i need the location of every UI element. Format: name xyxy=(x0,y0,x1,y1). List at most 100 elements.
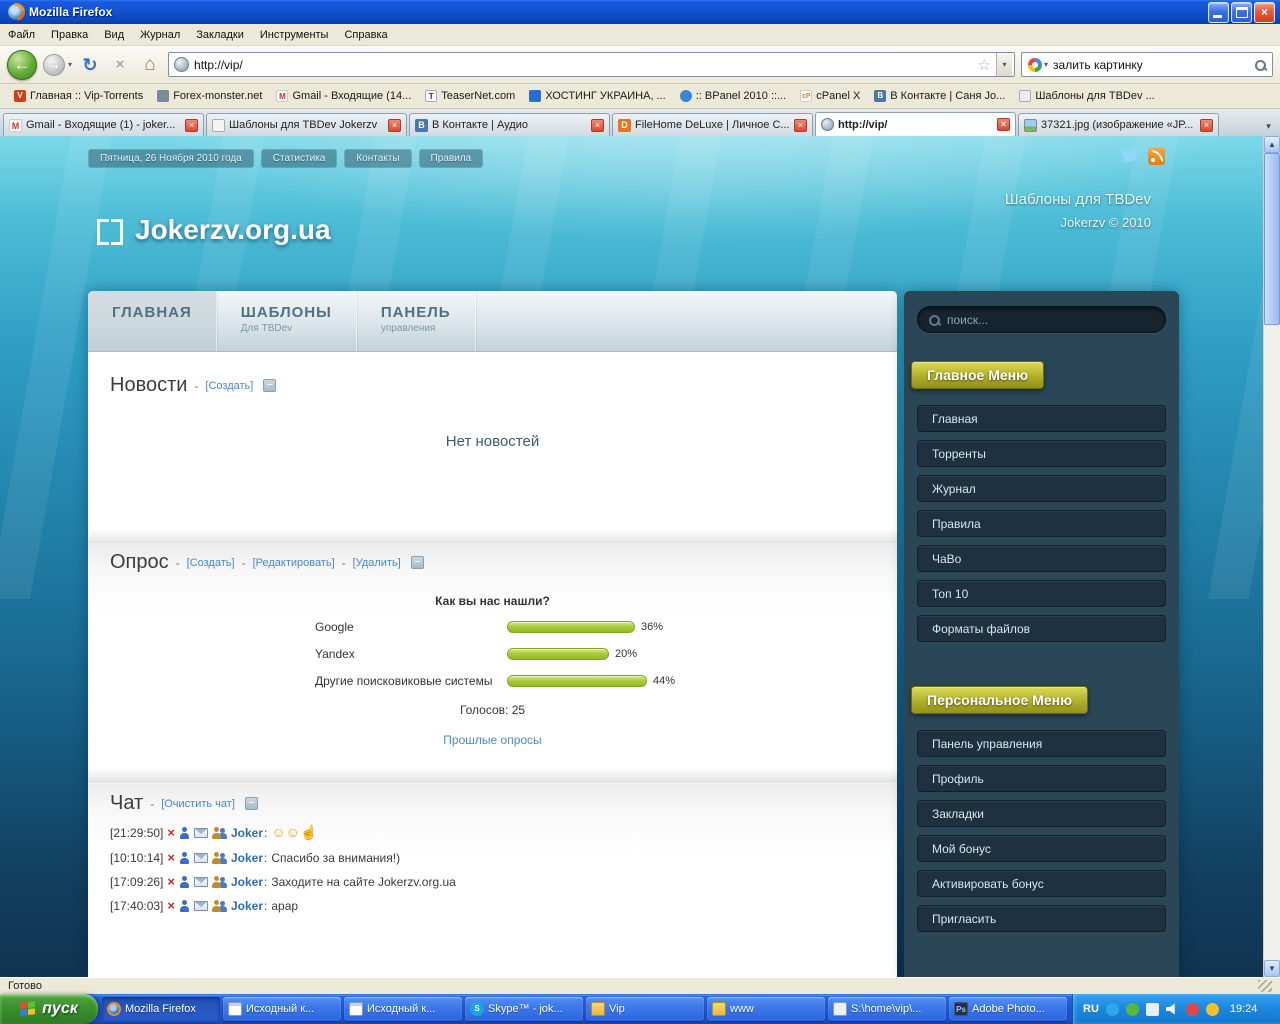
send-mail-icon[interactable] xyxy=(193,827,208,838)
task-skype[interactable]: Skype™ - jok... xyxy=(465,997,583,1021)
menu-view[interactable]: Вид xyxy=(96,25,132,45)
scroll-down-icon[interactable]: ▼ xyxy=(1264,960,1280,977)
sidebar-search-input[interactable] xyxy=(947,312,1155,327)
sidebar-item-control-panel[interactable]: Панель управления xyxy=(917,730,1166,757)
site-tab-templates[interactable]: ШАБЛОНЫ Для TBDev xyxy=(217,291,357,351)
user-profile-icon[interactable] xyxy=(179,899,190,912)
site-link-contacts[interactable]: Контакты xyxy=(344,149,412,168)
bookmark-hosting[interactable]: ХОСТИНГ УКРАИНА, ... xyxy=(523,88,672,104)
chat-username[interactable]: Joker xyxy=(231,899,263,913)
search-icon[interactable] xyxy=(928,314,940,326)
send-mail-icon[interactable] xyxy=(193,900,208,911)
tab-close-icon[interactable]: × xyxy=(591,118,604,132)
sidebar-item-rules[interactable]: Правила xyxy=(917,510,1166,537)
user-profile-icon[interactable] xyxy=(179,851,190,864)
tab-vk-audio[interactable]: В Контакте | Аудио × xyxy=(409,113,610,136)
language-indicator[interactable]: RU xyxy=(1083,1003,1099,1015)
twitter-icon[interactable] xyxy=(1118,145,1140,168)
sidebar-item-activate-bonus[interactable]: Активировать бонус xyxy=(917,870,1166,897)
site-tab-home[interactable]: ГЛАВНАЯ xyxy=(88,291,217,351)
task-source-1[interactable]: Исходный к... xyxy=(223,997,341,1021)
add-friend-icon[interactable] xyxy=(211,875,227,888)
url-dropdown-icon[interactable]: ▾ xyxy=(996,53,1012,76)
poll-delete-link[interactable]: [Удалить] xyxy=(353,557,401,569)
sidebar-item-bookmarks[interactable]: Закладки xyxy=(917,800,1166,827)
user-profile-icon[interactable] xyxy=(179,826,190,839)
poll-edit-link[interactable]: [Редактировать] xyxy=(253,557,335,569)
tab-tbdev-templates[interactable]: Шаблоны для TBDev Jokerzv × xyxy=(206,113,407,136)
tab-filehome[interactable]: FileHome DeLuxe | Личное С... × xyxy=(612,113,813,136)
bookmark-vip-torrents[interactable]: Главная :: Vip-Torrents xyxy=(8,88,149,104)
google-engine-icon[interactable] xyxy=(1028,57,1042,72)
tab-close-icon[interactable]: × xyxy=(794,118,807,132)
add-friend-icon[interactable] xyxy=(211,826,227,839)
bookmark-vkontakte[interactable]: В Контакте | Саня Jo... xyxy=(868,88,1011,104)
delete-message-icon[interactable]: × xyxy=(167,874,175,889)
bookmark-teasernet[interactable]: TeaserNet.com xyxy=(419,88,521,104)
sidebar-item-torrents[interactable]: Торренты xyxy=(917,440,1166,467)
site-logo[interactable]: Jokerzv.org.ua xyxy=(135,214,331,246)
tab-close-icon[interactable]: × xyxy=(997,118,1010,131)
add-friend-icon[interactable] xyxy=(211,851,227,864)
tab-close-icon[interactable]: × xyxy=(1200,118,1213,132)
resize-grip[interactable] xyxy=(1258,980,1272,992)
app-tray-icon[interactable] xyxy=(1145,1002,1159,1016)
update-tray-icon[interactable] xyxy=(1205,1002,1219,1016)
menu-history[interactable]: Журнал xyxy=(132,25,188,45)
collapse-poll-icon[interactable]: − xyxy=(410,556,424,569)
chat-username[interactable]: Joker xyxy=(231,826,263,840)
tab-vip-active[interactable]: http://vip/ × xyxy=(815,112,1016,136)
rss-icon[interactable] xyxy=(1148,148,1165,165)
reload-button[interactable]: ↻ xyxy=(78,53,102,77)
task-source-2[interactable]: Исходный к... xyxy=(344,997,462,1021)
bookmark-star-icon[interactable]: ☆ xyxy=(978,56,991,74)
minimize-button[interactable] xyxy=(1208,1,1229,23)
send-mail-icon[interactable] xyxy=(193,852,208,863)
bookmark-tbdev[interactable]: Шаблоны для TBDev ... xyxy=(1013,88,1160,104)
sidebar-item-invite[interactable]: Пригласить xyxy=(917,905,1166,932)
scroll-up-icon[interactable]: ▲ xyxy=(1264,136,1280,153)
home-button[interactable]: ⌂ xyxy=(138,53,162,77)
site-tab-panel[interactable]: ПАНЕЛЬ управления xyxy=(357,291,476,351)
sidebar-item-my-bonus[interactable]: Мой бонус xyxy=(917,835,1166,862)
collapse-news-icon[interactable]: − xyxy=(263,379,277,392)
antivirus-tray-icon[interactable] xyxy=(1185,1002,1199,1016)
user-profile-icon[interactable] xyxy=(179,875,190,888)
task-folder-www[interactable]: www xyxy=(707,997,825,1021)
chat-username[interactable]: Joker xyxy=(231,875,263,889)
site-link-rules[interactable]: Правила xyxy=(418,149,484,168)
tab-close-icon[interactable]: × xyxy=(388,118,401,132)
collapse-chat-icon[interactable]: − xyxy=(244,797,258,810)
engine-dropdown-icon[interactable]: ▾ xyxy=(1044,60,1048,69)
start-button[interactable]: пуск xyxy=(0,994,98,1024)
sidebar-item-journal[interactable]: Журнал xyxy=(917,475,1166,502)
menu-bookmarks[interactable]: Закладки xyxy=(188,25,252,45)
delete-message-icon[interactable]: × xyxy=(167,825,175,840)
bookmark-forex[interactable]: Forex-monster.net xyxy=(151,88,268,104)
bookmark-cpanel[interactable]: cPanel X xyxy=(794,88,866,104)
menu-file[interactable]: Файл xyxy=(0,25,43,45)
menu-edit[interactable]: Правка xyxy=(43,25,96,45)
stop-button[interactable]: × xyxy=(108,53,132,77)
delete-message-icon[interactable]: × xyxy=(167,850,175,865)
sidebar-item-profile[interactable]: Профиль xyxy=(917,765,1166,792)
news-create-link[interactable]: [Создать] xyxy=(205,380,253,392)
delete-message-icon[interactable]: × xyxy=(167,898,175,913)
search-icon[interactable] xyxy=(1254,59,1266,71)
volume-icon[interactable] xyxy=(1165,1003,1175,1015)
history-dropdown-icon[interactable]: ▾ xyxy=(68,60,72,69)
sidebar-item-home[interactable]: Главная xyxy=(917,405,1166,432)
close-button[interactable]: × xyxy=(1254,1,1275,23)
url-input[interactable] xyxy=(194,57,973,72)
scrollbar-thumb[interactable] xyxy=(1264,153,1280,325)
scrollbar-track[interactable] xyxy=(1264,153,1280,960)
menu-tools[interactable]: Инструменты xyxy=(252,25,337,45)
poll-create-link[interactable]: [Создать] xyxy=(187,557,235,569)
bookmark-gmail[interactable]: Gmail - Входящие (14... xyxy=(270,88,417,104)
site-link-statistics[interactable]: Статистика xyxy=(260,149,338,168)
task-photoshop[interactable]: Adobe Photo... xyxy=(949,997,1067,1021)
task-folder-vip[interactable]: Vip xyxy=(586,997,704,1021)
task-explorer-path[interactable]: S:\home\vip\... xyxy=(828,997,946,1021)
tab-image[interactable]: 37321.jpg (изображение «JP... × xyxy=(1018,113,1219,136)
chat-clear-link[interactable]: [Очистить чат] xyxy=(161,798,235,810)
